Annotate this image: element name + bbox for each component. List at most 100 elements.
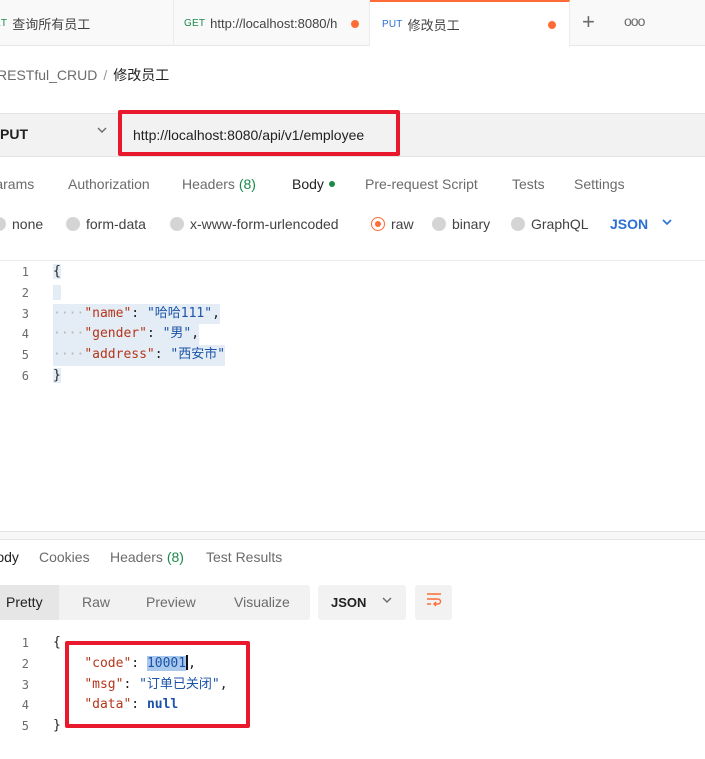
line-content: } — [53, 718, 61, 734]
json-key: "gender" — [84, 326, 147, 342]
tab-settings[interactable]: Settings — [574, 176, 625, 192]
line-content: "code": 10001, — [84, 654, 196, 671]
code-line: 5 ····"address": "西安市" — [0, 345, 705, 366]
code-line: 3 ····"name": "哈哈111", — [0, 303, 705, 325]
body-status-dot-icon — [328, 181, 335, 187]
radio-selected-icon — [371, 217, 385, 231]
code-line: 4 ····"gender": "男", — [0, 324, 705, 346]
code-line: 1{ — [0, 633, 705, 654]
tab-update-employee[interactable]: PUT 修改员工 — [370, 0, 570, 47]
pane-divider[interactable] — [0, 531, 705, 540]
breadcrumb-separator: / — [103, 67, 108, 83]
tab-pre-request-script[interactable]: Pre-request Script — [365, 176, 478, 192]
tab-label: 修改员工 — [407, 18, 460, 33]
close-brace: } — [53, 367, 61, 383]
more-tabs-icon[interactable]: ooo — [624, 13, 645, 29]
code-line: 1{ — [0, 262, 705, 283]
radio-label: raw — [391, 216, 414, 232]
tab-tests[interactable]: Tests — [512, 176, 545, 192]
breadcrumb-collection[interactable]: RESTful_CRUD — [0, 67, 97, 83]
radio-icon — [170, 217, 184, 231]
chevron-down-icon[interactable] — [96, 124, 108, 139]
json-value: "哈哈111" — [146, 305, 213, 321]
tab-method: PUT — [382, 19, 403, 30]
radio-label: binary — [452, 216, 491, 232]
json-value: "西安市" — [170, 347, 226, 363]
json-key: "address" — [84, 347, 155, 363]
unsaved-dot-icon — [351, 20, 359, 28]
editor-border — [0, 260, 705, 261]
line-number: 1 — [21, 265, 29, 279]
resp-tab-headers-label: Headers — [110, 549, 163, 565]
url-bar: PUT http://localhost:8080/api/v1/employe… — [0, 113, 705, 157]
new-tab-plus-icon[interactable]: + — [582, 9, 595, 35]
method-select[interactable]: PUT — [0, 126, 28, 142]
request-body-editor[interactable]: 1{ 2 3 ····"name": "哈哈111", 4 ····"gender"… — [0, 262, 705, 387]
radio-raw[interactable]: raw — [371, 216, 414, 232]
headers-count: (8) — [238, 176, 256, 192]
code-line: 2 — [0, 283, 705, 304]
tab-get-localhost[interactable]: GET http://localhost:8080/h — [174, 0, 370, 46]
view-pretty[interactable]: Pretty — [0, 585, 59, 620]
response-format-select[interactable]: JSON — [318, 585, 406, 620]
chevron-down-icon — [381, 594, 393, 609]
tab-headers-label: Headers — [182, 176, 235, 192]
radio-icon — [432, 217, 446, 231]
tab-get-all-employees[interactable]: ET 查询所有员工 — [0, 0, 174, 46]
radio-icon — [511, 217, 525, 231]
unsaved-dot-icon — [548, 21, 556, 29]
radio-label: x-www-form-urlencoded — [190, 216, 339, 232]
line-content — [53, 283, 61, 304]
url-input[interactable]: http://localhost:8080/api/v1/employee — [133, 127, 364, 143]
radio-label: none — [12, 216, 44, 232]
body-type-options: none form-data x-www-form-urlencoded raw… — [0, 216, 705, 238]
json-key: "name" — [84, 305, 132, 321]
json-value: 10001 — [146, 655, 187, 671]
response-body-viewer[interactable]: 1{ 2 "code": 10001, 3 "msg": "订单已关闭", 4 … — [0, 633, 705, 737]
tab-authorization[interactable]: Authorization — [68, 176, 150, 192]
line-content: "msg": "订单已关闭", — [84, 676, 228, 692]
resp-tab-test-results[interactable]: Test Results — [206, 549, 282, 565]
json-key: "msg" — [84, 676, 124, 692]
tab-params[interactable]: Params — [0, 176, 34, 192]
json-key: "data" — [84, 697, 132, 713]
code-line: 3 "msg": "订单已关闭", — [0, 675, 705, 696]
resp-tab-cookies[interactable]: Cookies — [39, 549, 90, 565]
resp-tab-headers[interactable]: Headers (8) — [110, 549, 184, 565]
line-number: 4 — [21, 327, 29, 342]
breadcrumb: RESTful_CRUD / 修改员工 — [0, 65, 169, 85]
line-number: 2 — [21, 656, 29, 671]
radio-binary[interactable]: binary — [432, 216, 490, 232]
view-visualize[interactable]: Visualize — [234, 585, 290, 620]
line-content: ····"gender": "男", — [53, 324, 200, 346]
radio-form-data[interactable]: form-data — [66, 216, 146, 232]
open-brace: { — [53, 264, 61, 279]
tab-headers[interactable]: Headers (8) — [182, 176, 256, 192]
line-content: ····"address": "西安市" — [53, 345, 226, 366]
radio-none[interactable]: none — [0, 216, 43, 232]
code-line: 2 "code": 10001, — [0, 654, 705, 675]
line-number: 6 — [21, 368, 29, 383]
tab-body[interactable]: Body — [292, 176, 335, 192]
line-content: { — [53, 635, 61, 650]
json-value: "男" — [162, 326, 192, 342]
tab-label: http://localhost:8080/h — [210, 15, 338, 31]
request-tabs: Params Authorization Headers (8) Body Pr… — [0, 176, 705, 198]
view-raw[interactable]: Raw — [82, 585, 110, 620]
line-content: ····"name": "哈哈111", — [53, 303, 220, 325]
response-format-label: JSON — [331, 595, 367, 610]
radio-graphql[interactable]: GraphQL — [511, 216, 589, 232]
code-line: 5} — [0, 716, 705, 737]
tab-method: GET — [184, 17, 206, 29]
chevron-down-icon[interactable] — [661, 216, 673, 231]
resp-tab-body[interactable]: Body — [0, 549, 19, 565]
radio-icon — [0, 217, 6, 231]
wrap-lines-icon[interactable] — [415, 585, 452, 620]
radio-label: GraphQL — [531, 216, 589, 232]
resp-headers-count: (8) — [166, 549, 184, 565]
json-value: "订单已关闭" — [139, 676, 220, 692]
view-preview[interactable]: Preview — [146, 585, 196, 620]
radio-x-www-form-urlencoded[interactable]: x-www-form-urlencoded — [170, 216, 339, 232]
radio-icon — [66, 217, 80, 231]
body-format-select[interactable]: JSON — [610, 216, 648, 232]
